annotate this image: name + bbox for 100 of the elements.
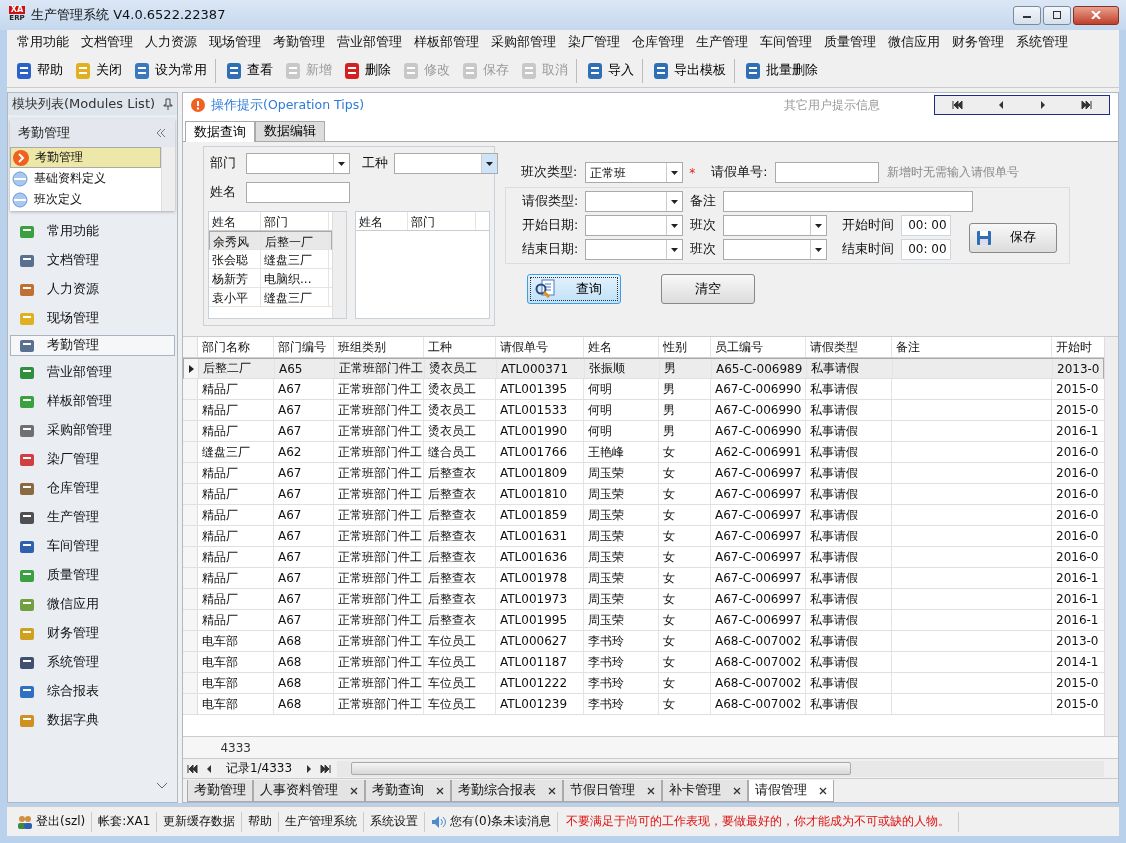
next-icon[interactable]	[305, 763, 313, 774]
remark-input[interactable]	[723, 191, 974, 212]
document-tab[interactable]: 人事资料管理	[253, 780, 365, 802]
tab[interactable]: 数据编辑	[255, 121, 325, 141]
time-field[interactable]: 00: 00	[901, 215, 952, 236]
column-header[interactable]: 备注	[892, 337, 1052, 357]
pin-icon[interactable]	[163, 98, 173, 110]
maximize-button[interactable]	[1043, 5, 1071, 25]
module-item[interactable]: 文档管理	[10, 248, 175, 273]
close-icon[interactable]	[548, 786, 556, 795]
minimize-button[interactable]	[1013, 5, 1041, 25]
module-item[interactable]: 营业部管理	[10, 360, 175, 385]
menu-item[interactable]: 质量管理	[818, 33, 882, 51]
status-item[interactable]: 帮助	[242, 813, 279, 830]
collapse-icon[interactable]	[155, 128, 167, 138]
close-icon[interactable]	[436, 786, 444, 795]
column-header[interactable]: 员工编号	[711, 337, 806, 357]
tab[interactable]: 数据查询	[185, 121, 255, 142]
list-row[interactable]: 张会聪 缝盘三厂	[209, 250, 332, 269]
save-button[interactable]: 保存	[969, 222, 1058, 253]
status-item[interactable]: 生产管理系统	[279, 813, 364, 830]
status-item[interactable]: 系统设置	[364, 813, 425, 830]
name-input[interactable]	[246, 182, 350, 203]
toolbar-button[interactable]: 查看	[219, 56, 278, 85]
toolbar-button[interactable]: 导入	[580, 56, 639, 85]
module-item[interactable]: 人力资源	[10, 277, 175, 302]
status-item[interactable]: 您有(0)条未读消息	[425, 813, 558, 830]
status-item[interactable]: 帐套:XA1	[92, 813, 157, 830]
menu-item[interactable]: 考勤管理	[267, 33, 331, 51]
last-icon[interactable]	[319, 763, 331, 774]
scrollbar[interactable]	[161, 147, 175, 211]
menu-item[interactable]: 现场管理	[203, 33, 267, 51]
module-item[interactable]: 样板部管理	[10, 389, 175, 414]
column-header[interactable]: 班组类别	[334, 337, 424, 357]
column-header[interactable]: 部门名称	[198, 337, 274, 357]
module-item[interactable]: 仓库管理	[10, 476, 175, 501]
scrollbar[interactable]	[331, 212, 346, 318]
dropdown-field[interactable]	[585, 191, 684, 212]
module-item[interactable]: 常用功能	[10, 219, 175, 244]
document-tab[interactable]: 补卡管理	[662, 780, 748, 802]
dropdown-field[interactable]	[394, 153, 498, 174]
query-button[interactable]: 查询	[527, 274, 621, 304]
dropdown-field[interactable]	[723, 239, 828, 260]
horizontal-scrollbar[interactable]	[337, 760, 1104, 777]
tree-item[interactable]: 班次定义	[10, 189, 161, 210]
row-header[interactable]	[184, 359, 199, 378]
time-field[interactable]: 00: 00	[901, 239, 952, 260]
table-row[interactable]: 后整二厂 A65 正常班部门件工 烫衣员工 ATL000371 张振顺 男 A65-C-006989 私事请假 2013-0	[183, 358, 1104, 379]
module-item[interactable]: 考勤管理	[10, 335, 175, 356]
column-header[interactable]: 工种	[424, 337, 496, 357]
module-item[interactable]: 生产管理	[10, 505, 175, 530]
document-tab[interactable]: 请假管理	[748, 780, 834, 802]
module-item[interactable]: 现场管理	[10, 306, 175, 331]
status-item[interactable]: 更新缓存数据	[157, 813, 242, 830]
next-icon[interactable]	[1038, 100, 1047, 110]
menu-item[interactable]: 人力资源	[139, 33, 203, 51]
menu-item[interactable]: 财务管理	[946, 33, 1010, 51]
scroll-down-icon[interactable]	[156, 782, 168, 790]
column-header[interactable]: 部门编号	[274, 337, 334, 357]
close-button[interactable]	[1073, 5, 1119, 25]
document-tab[interactable]: 考勤管理	[187, 780, 253, 802]
menu-item[interactable]: 车间管理	[754, 33, 818, 51]
close-icon[interactable]	[647, 786, 655, 795]
leave-number-input[interactable]	[775, 162, 880, 183]
module-item[interactable]: 采购部管理	[10, 418, 175, 443]
menu-item[interactable]: 文档管理	[75, 33, 139, 51]
toolbar-button[interactable]: 导出模板	[646, 56, 731, 85]
first-icon[interactable]	[951, 100, 964, 110]
module-item[interactable]: 数据字典	[10, 708, 175, 733]
document-tab[interactable]: 节假日管理	[563, 780, 662, 802]
module-item[interactable]: 染厂管理	[10, 447, 175, 472]
module-item[interactable]: 财务管理	[10, 621, 175, 646]
dropdown-field[interactable]: 正常班	[585, 162, 684, 183]
first-icon[interactable]	[187, 763, 199, 774]
module-item[interactable]: 车间管理	[10, 534, 175, 559]
previous-icon[interactable]	[205, 763, 213, 774]
list-row[interactable]: 袁小平 缝盘三厂	[209, 288, 332, 307]
last-icon[interactable]	[1080, 100, 1093, 110]
list-row[interactable]: 余秀风 后整一厂	[209, 231, 332, 250]
menu-item[interactable]: 生产管理	[690, 33, 754, 51]
clear-button[interactable]: 清空	[661, 274, 755, 304]
toolbar-button[interactable]: 帮助	[9, 56, 68, 85]
list-row[interactable]: 杨新芳 电脑织...	[209, 269, 332, 288]
close-icon[interactable]	[350, 786, 358, 795]
column-header[interactable]: 请假单号	[496, 337, 584, 357]
scrollbar[interactable]	[1104, 337, 1118, 736]
toolbar-button[interactable]: 批量删除	[738, 56, 823, 85]
menu-item[interactable]: 系统管理	[1010, 33, 1074, 51]
menu-item[interactable]: 染厂管理	[562, 33, 626, 51]
dropdown-field[interactable]	[723, 215, 828, 236]
document-tab[interactable]: 考勤查询	[365, 780, 451, 802]
menu-item[interactable]: 常用功能	[11, 33, 75, 51]
close-icon[interactable]	[819, 786, 827, 795]
toolbar-button[interactable]: 删除	[337, 56, 396, 85]
document-tab[interactable]: 考勤综合报表	[451, 780, 563, 802]
status-item[interactable]: 登出(szl)	[11, 813, 92, 830]
menu-item[interactable]: 营业部管理	[331, 33, 408, 51]
tree-item[interactable]: 考勤管理	[10, 147, 161, 168]
column-header[interactable]: 性别	[659, 337, 711, 357]
toolbar-button[interactable]: 设为常用	[127, 56, 212, 85]
